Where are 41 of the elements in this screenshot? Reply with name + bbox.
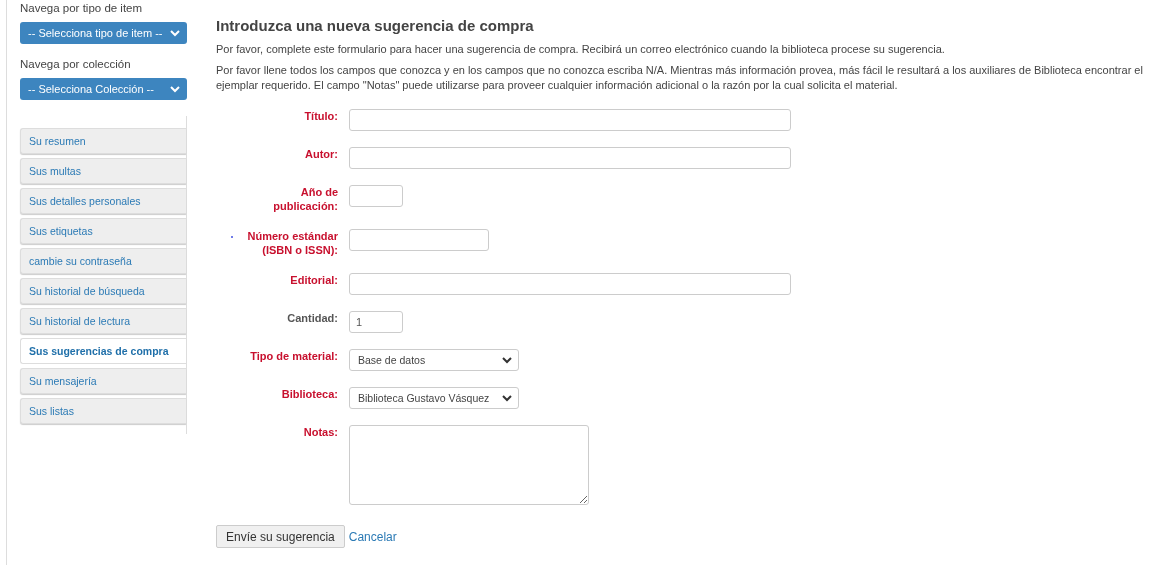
select-field[interactable]: Biblioteca Gustavo Vásquez <box>349 387 519 409</box>
input-field[interactable] <box>349 185 403 207</box>
sidebar-item[interactable]: Sus detalles personales <box>20 188 186 214</box>
input-field[interactable]: 1 <box>349 311 403 333</box>
input-field[interactable] <box>349 109 791 131</box>
sidebar-item[interactable]: Sus multas <box>20 158 186 184</box>
browse-select[interactable]: -- Selecciona tipo de item -- <box>20 22 187 44</box>
input-field[interactable] <box>349 147 791 169</box>
sidebar-item[interactable]: Su historial de búsqueda <box>20 278 186 304</box>
field-label: Cantidad: <box>287 311 338 326</box>
sidebar-item[interactable]: Sus sugerencias de compra <box>20 338 186 364</box>
browse-select[interactable]: -- Selecciona Colección -- <box>20 78 187 100</box>
chevron-icon <box>502 356 512 364</box>
cancel-link[interactable]: Cancelar <box>348 529 397 544</box>
browse-label: Navega por colección <box>20 58 131 70</box>
sidebar-item[interactable]: Sus listas <box>20 398 186 424</box>
field-label: Año de publicación: <box>272 185 338 213</box>
select-field[interactable]: Base de datos <box>349 349 519 371</box>
field-label: Título: <box>304 109 338 124</box>
intro-text: Por favor, complete este formulario para hacer una sugerencia de compra. Recibirá un correo electrónico cuando la biblioteca procese su sugerencia. <box>216 42 946 57</box>
sidebar-item[interactable]: Su resumen <box>20 128 186 154</box>
field-label: Biblioteca: <box>281 387 338 402</box>
field-label: Número estándar (ISBN o ISSN): <box>246 229 338 257</box>
sidebar-item[interactable]: Su mensajería <box>20 368 186 394</box>
form-title: Introduzca una nueva sugerencia de compra <box>216 17 535 34</box>
input-field[interactable] <box>349 229 489 251</box>
field-label: Autor: <box>305 147 338 162</box>
notes-field[interactable] <box>349 425 589 505</box>
sidebar-item[interactable]: cambie su contraseña <box>20 248 186 274</box>
chevron-icon <box>170 85 180 93</box>
browse-label: Navega por tipo de item <box>20 2 143 14</box>
field-label: Notas: <box>303 425 338 440</box>
input-field[interactable] <box>349 273 791 295</box>
sidebar-item[interactable]: Sus etiquetas <box>20 218 186 244</box>
chevron-icon <box>502 394 512 402</box>
sidebar-item[interactable]: Su historial de lectura <box>20 308 186 334</box>
intro-text: Por favor llene todos los campos que conozca y en los campos que no conozca escriba N/A. Mientras más información provea, más fácil le resultará a los auxiliares de Biblioteca encontrar el ejemplar requerido. El campo "Notas" puede utilizarse para proveer cualquier información adicional o la razón por la cual solicita el material. <box>216 63 1144 93</box>
field-label: Tipo de material: <box>250 349 338 364</box>
field-label: Editorial: <box>290 273 338 288</box>
submit-button[interactable]: Envíe su sugerencia <box>216 525 345 548</box>
chevron-icon <box>170 29 180 37</box>
